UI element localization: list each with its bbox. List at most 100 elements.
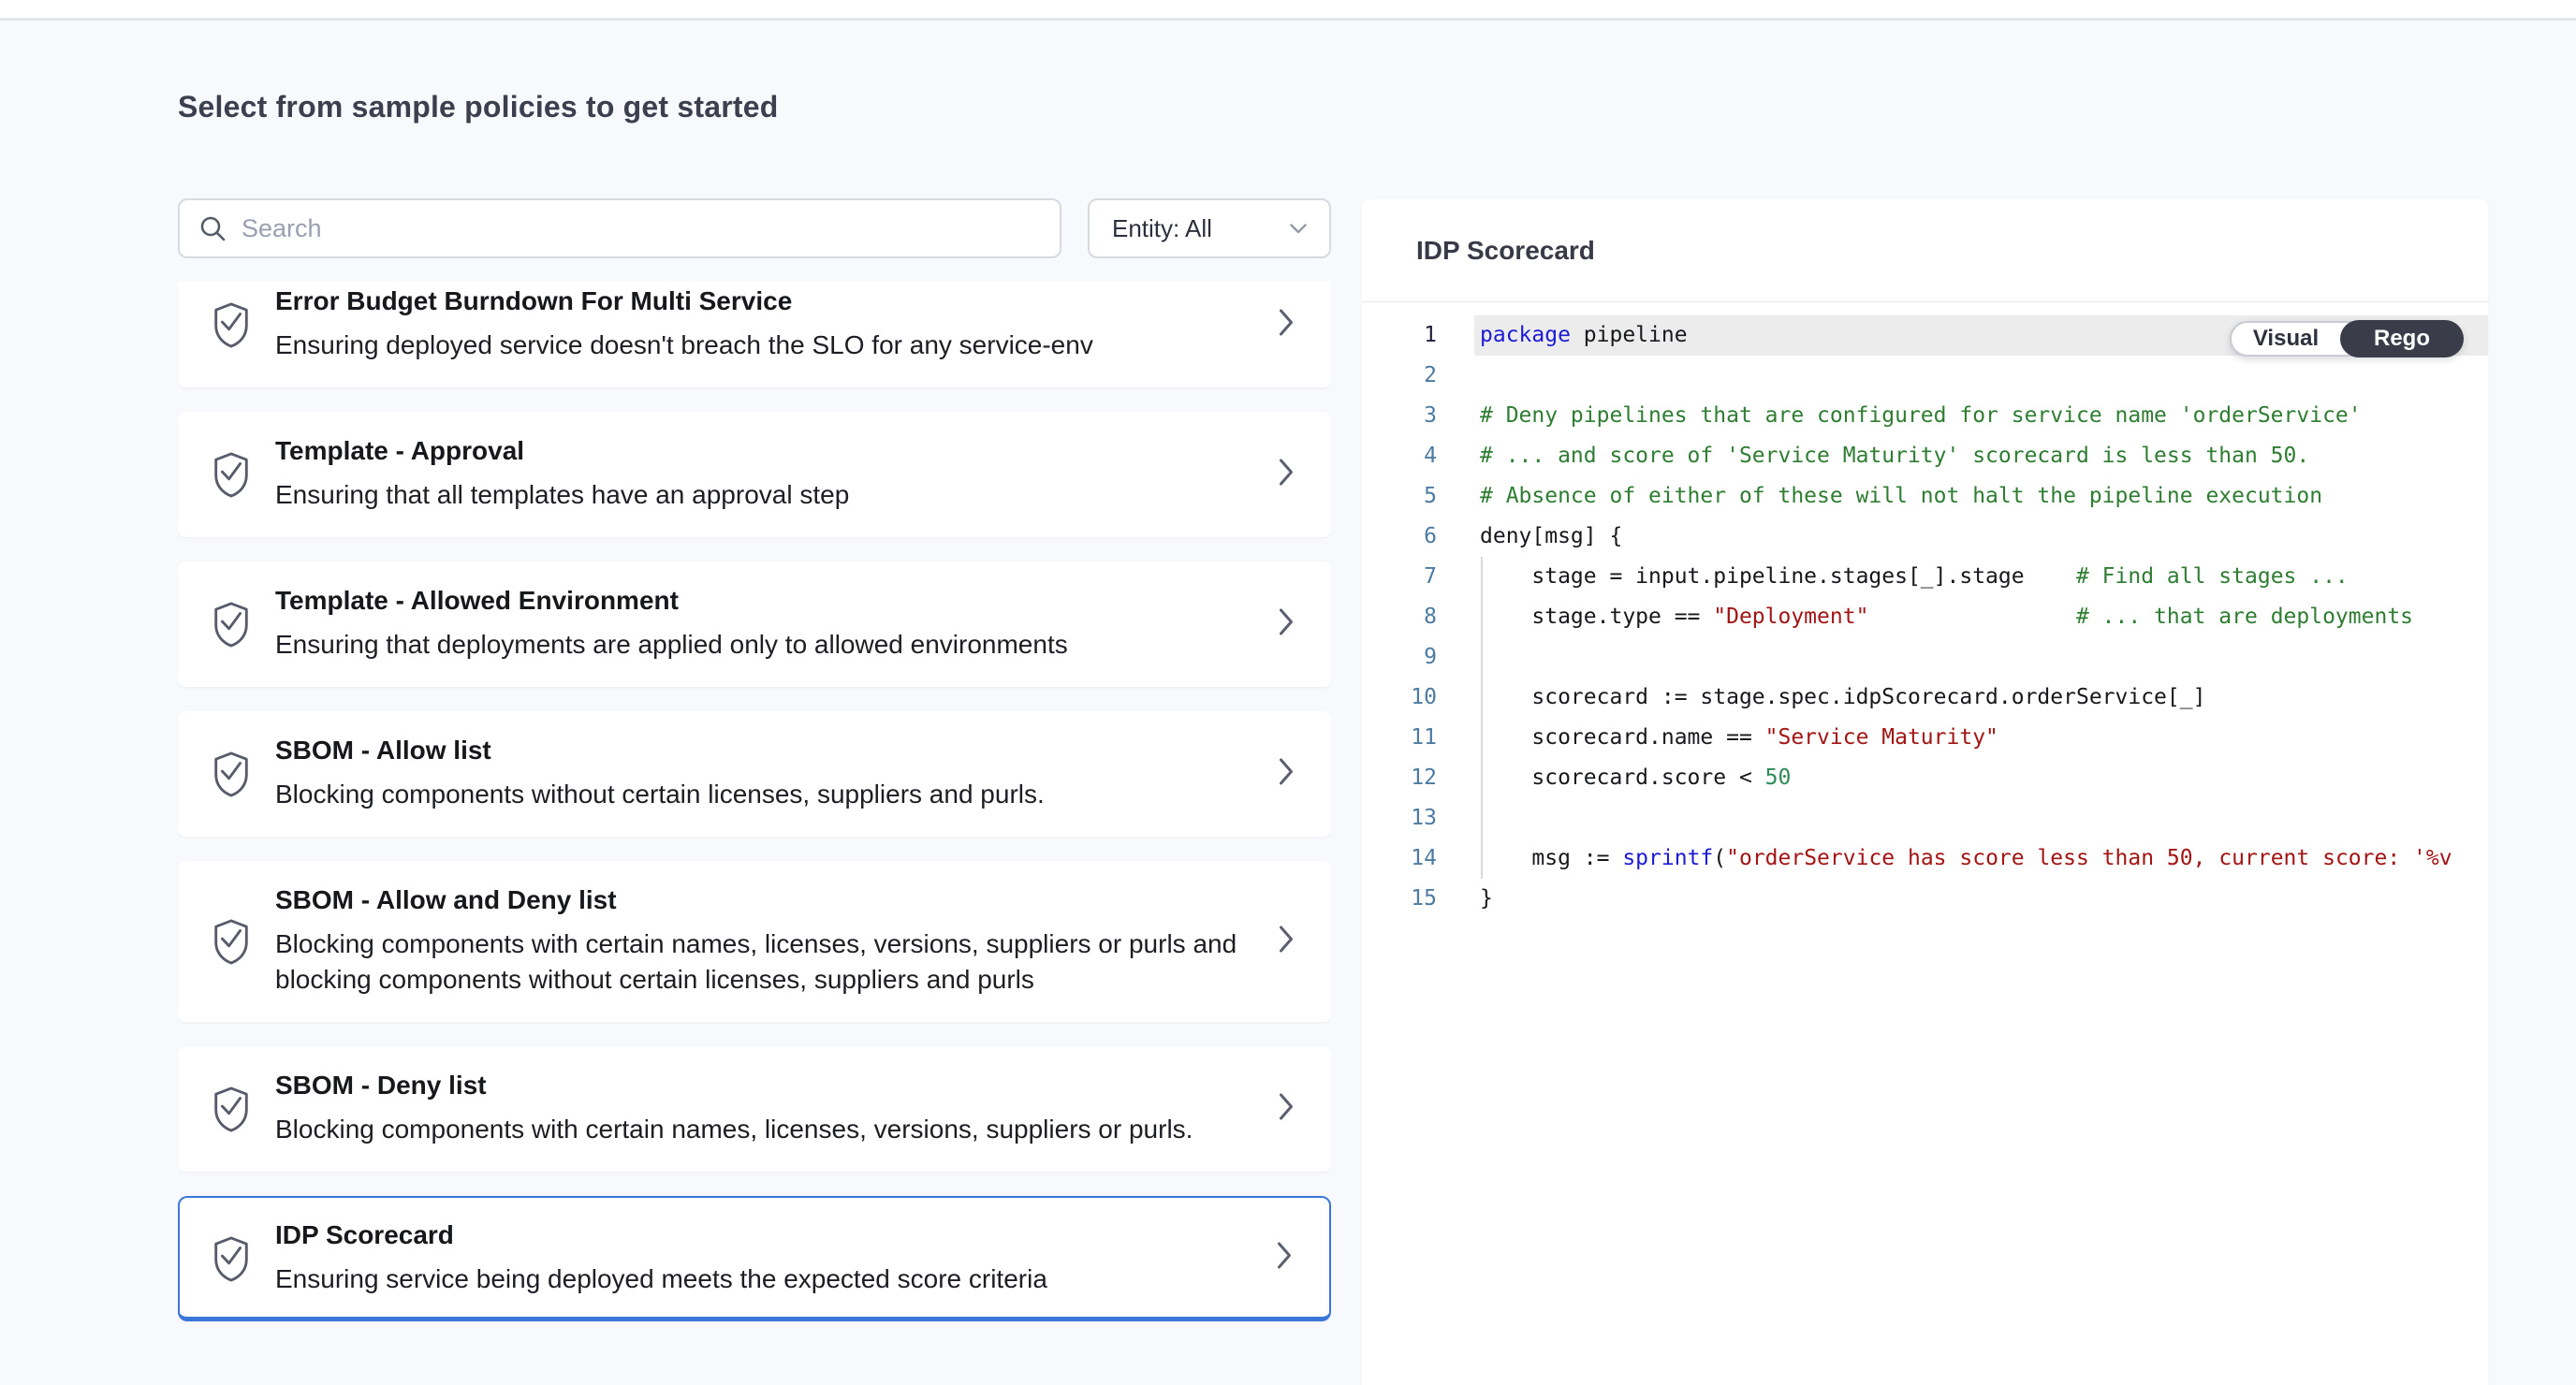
policy-list: Error Budget Burndown For Multi Service … [178,281,1331,1385]
policy-description: Ensuring service being deployed meets th… [275,1261,1047,1297]
policy-card-text: SBOM - Allow list Blocking components wi… [275,736,1045,812]
line-number: 9 [1362,637,1437,678]
policy-card[interactable]: Template - Allowed Environment Ensuring … [178,561,1331,687]
policy-card-text: Error Budget Burndown For Multi Service … [275,286,1093,363]
line-number: 2 [1362,356,1437,396]
code-line: 7 stage = input.pipeline.stages[_].stage… [1362,557,2488,597]
code-text [1474,356,2488,396]
policy-preview-panel: IDP Scorecard 1package pipeline23# Deny … [1362,199,2488,1385]
code-text: scorecard := stage.spec.idpScorecard.ord… [1474,678,2488,718]
policy-title: SBOM - Allow list [275,736,1045,765]
code-line: 15} [1362,879,2488,919]
visual-toggle-button[interactable]: Visual [2232,326,2340,352]
screen: Select from sample policies to get start… [0,0,2576,1385]
policy-card-text: SBOM - Deny list Blocking components wit… [275,1071,1193,1147]
chevron-right-icon [1279,758,1294,791]
code-line: 12 scorecard.score < 50 [1362,758,2488,798]
code-text: # Absence of either of these will not ha… [1474,476,2488,517]
code-line: 8 stage.type == "Deployment" # ... that … [1362,597,2488,637]
toolbar: Entity: All [178,198,1331,258]
policy-card[interactable]: SBOM - Allow list Blocking components wi… [178,711,1331,837]
chevron-right-icon [1279,309,1294,342]
code-text: scorecard.name == "Service Maturity" [1474,718,2488,758]
code-text: # ... and score of 'Service Maturity' sc… [1474,436,2488,476]
search-box[interactable] [178,198,1061,258]
line-number: 13 [1362,798,1437,838]
code-line: 13 [1362,798,2488,838]
policy-description: Blocking components with certain names, … [275,926,1247,998]
policy-description: Ensuring that deployments are applied on… [275,627,1068,663]
policy-description: Ensuring deployed service doesn't breach… [275,328,1093,363]
code-text: scorecard.score < 50 [1474,758,2488,798]
chevron-right-icon [1279,1093,1294,1126]
line-number: 14 [1362,838,1437,879]
search-input[interactable] [242,214,1041,243]
entity-filter-label: Entity: All [1112,214,1212,243]
code-text: stage = input.pipeline.stages[_].stage #… [1474,557,2488,597]
code-text: } [1474,879,2488,919]
policy-card[interactable]: Template - Approval Ensuring that all te… [178,412,1331,537]
policy-title: IDP Scorecard [275,1220,1047,1250]
visual-rego-toggle[interactable]: Visual Rego [2230,321,2464,357]
code-editor: 1package pipeline23# Deny pipelines that… [1362,302,2488,1384]
policy-card-text: Template - Allowed Environment Ensuring … [275,586,1068,663]
code-text [1474,637,2488,678]
code-line: 9 [1362,637,2488,678]
shield-check-icon [210,917,253,966]
policy-card[interactable]: SBOM - Deny list Blocking components wit… [178,1046,1331,1172]
code-text [1474,798,2488,838]
line-number: 8 [1362,597,1437,637]
chevron-down-icon [1290,224,1307,234]
policy-title: Template - Allowed Environment [275,586,1068,616]
policy-card[interactable]: SBOM - Allow and Deny list Blocking comp… [178,861,1331,1022]
chevron-right-icon [1279,926,1294,958]
code-text: # Deny pipelines that are configured for… [1474,396,2488,436]
policy-card[interactable]: Error Budget Burndown For Multi Service … [178,281,1331,387]
chevron-right-icon [1277,1241,1292,1274]
line-number: 5 [1362,476,1437,517]
shield-check-icon [210,750,253,798]
shield-check-icon [210,450,253,499]
search-icon [198,214,227,242]
page-title: Select from sample policies to get start… [178,90,778,124]
rego-toggle-button[interactable]: Rego [2340,320,2464,357]
line-number: 12 [1362,758,1437,798]
code-line: 5 # Absence of either of these will not h… [1362,476,2488,517]
policy-list-column: Entity: All Error Budget Burndown For Mu… [178,198,1331,1385]
code-lines: 1package pipeline23# Deny pipelines that… [1362,315,2488,919]
policy-description: Blocking components without certain lice… [275,777,1045,812]
policy-card-text: Template - Approval Ensuring that all te… [275,436,849,513]
shield-check-icon [210,1085,253,1133]
policy-description: Blocking components with certain names, … [275,1112,1193,1147]
top-bar [0,0,2576,21]
code-line: 10 scorecard := stage.spec.idpScorecard.… [1362,678,2488,718]
code-text: deny[msg] { [1474,517,2488,557]
shield-check-icon [210,1234,253,1283]
preview-title: IDP Scorecard [1416,236,1595,266]
code-line: 6 deny[msg] { [1362,517,2488,557]
policy-description: Ensuring that all templates have an appr… [275,477,849,513]
entity-filter-dropdown[interactable]: Entity: All [1088,198,1331,258]
code-line: 3# Deny pipelines that are configured fo… [1362,396,2488,436]
line-number: 7 [1362,557,1437,597]
line-number: 10 [1362,678,1437,718]
policy-card-text: IDP Scorecard Ensuring service being dep… [275,1220,1047,1297]
line-number: 15 [1362,879,1437,919]
code-line: 2 [1362,356,2488,396]
preview-header: IDP Scorecard [1362,199,2488,302]
code-line: 11 scorecard.name == "Service Maturity" [1362,718,2488,758]
code-line: 14 msg := sprintf("orderService has scor… [1362,838,2488,879]
line-number: 6 [1362,517,1437,557]
policy-title: SBOM - Deny list [275,1071,1193,1101]
policy-title: Error Budget Burndown For Multi Service [275,286,1093,316]
indent-guide [1481,557,1483,879]
shield-check-icon [210,600,253,649]
shield-check-icon [210,300,253,349]
code-text: stage.type == "Deployment" # ... that ar… [1474,597,2488,637]
code-line: 4 # ... and score of 'Service Maturity' s… [1362,436,2488,476]
line-number: 4 [1362,436,1437,476]
code-text: msg := sprintf("orderService has score l… [1474,838,2488,879]
policy-title: SBOM - Allow and Deny list [275,885,1247,915]
chevron-right-icon [1279,459,1294,491]
policy-card[interactable]: IDP Scorecard Ensuring service being dep… [178,1196,1331,1321]
